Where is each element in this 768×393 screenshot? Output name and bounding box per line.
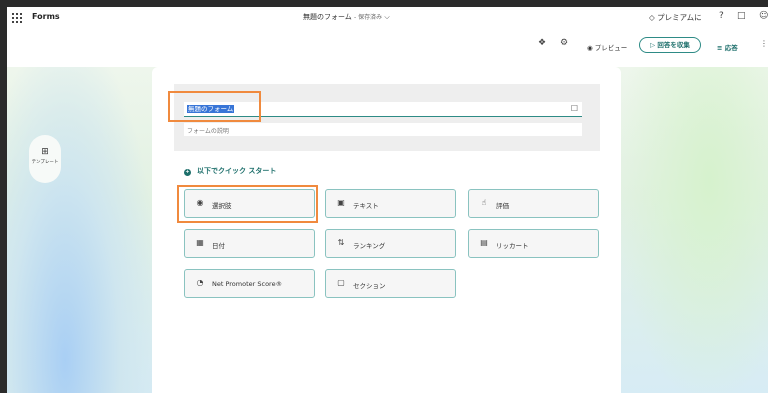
option-section[interactable]: ▢ セクション (325, 269, 456, 298)
template-icon: ⊞ (41, 147, 49, 157)
preview-button[interactable]: ◉ プレビュー (587, 42, 627, 52)
calendar-icon: ▦ (196, 238, 204, 247)
option-text[interactable]: ▣ テキスト (325, 189, 456, 218)
thumbs-up-icon: ☝ (481, 198, 487, 207)
quick-start-label: 以下でクイック スタート (197, 167, 277, 175)
option-label: リッカート (496, 242, 529, 250)
quick-start-heading: + 以下でクイック スタート (184, 166, 276, 176)
ranking-icon: ⇅ (337, 238, 345, 247)
text-icon: ▣ (337, 198, 345, 207)
app-launcher-icon[interactable] (12, 13, 22, 23)
collect-responses-button[interactable]: ▷ 回答を収集 (639, 37, 701, 53)
form-description-field[interactable]: フォームの説明 (184, 123, 582, 136)
top-bar: Forms 無題のフォーム - 保存済み ⌵ ◇ プレミアムに ? □ ☺ (7, 7, 768, 29)
option-ranking[interactable]: ⇅ ランキング (325, 229, 456, 258)
help-icon[interactable]: ? (719, 11, 724, 21)
option-label: セクション (353, 282, 386, 290)
preview-label: プレビュー (594, 44, 628, 52)
chevron-down-icon[interactable]: ⌵ (384, 13, 389, 21)
diamond-icon: ◇ (649, 13, 655, 22)
option-label: Net Promoter Score® (212, 280, 283, 288)
responses-tab[interactable]: ≡ 応答 (717, 42, 738, 52)
option-likert[interactable]: ▤ リッカート (468, 229, 599, 258)
account-icon[interactable]: ☺ (759, 11, 768, 21)
likert-icon: ▤ (480, 238, 488, 247)
responses-label: 応答 (724, 44, 738, 52)
document-title[interactable]: 無題のフォーム - 保存済み ⌵ (303, 12, 390, 22)
template-button[interactable]: ⊞ テンプレート (29, 135, 61, 183)
app-window: Forms 無題のフォーム - 保存済み ⌵ ◇ プレミアムに ? □ ☺ ❖ … (7, 7, 768, 393)
eye-icon: ◉ (587, 44, 593, 52)
more-icon[interactable]: ⋮ (760, 39, 768, 48)
feedback-icon[interactable]: □ (737, 11, 746, 21)
send-icon: ▷ (650, 41, 656, 49)
background-decoration-left (7, 67, 152, 393)
toolbar: ❖ ⚙ ◉ プレビュー ▷ 回答を収集 ≡ 応答 ⋮ (7, 29, 768, 67)
palette-icon[interactable]: ❖ (538, 38, 546, 48)
option-date[interactable]: ▦ 日付 (184, 229, 315, 258)
option-label: 評価 (496, 202, 509, 210)
option-label: 日付 (212, 242, 225, 250)
highlight-box-title (168, 91, 261, 122)
section-icon: ▢ (337, 278, 345, 287)
form-description-placeholder: フォームの説明 (187, 128, 229, 135)
premium-button[interactable]: ◇ プレミアムに (649, 12, 702, 23)
template-label: テンプレート (31, 160, 59, 165)
plus-circle-icon: + (184, 169, 191, 176)
form-card: 無題のフォーム ☐ フォームの説明 + 以下でクイック スタート ◉ 選択肢 ▣ … (152, 67, 621, 393)
highlight-box-choice (177, 185, 318, 223)
option-label: ランキング (353, 242, 386, 250)
settings-icon[interactable]: ⚙ (560, 38, 568, 48)
premium-label: プレミアムに (657, 13, 702, 22)
saved-status: - 保存済み (354, 14, 383, 21)
option-nps[interactable]: ◔ Net Promoter Score® (184, 269, 315, 298)
background-decoration-right (621, 67, 768, 393)
option-label: テキスト (353, 202, 379, 210)
app-name[interactable]: Forms (32, 12, 60, 21)
image-edit-icon[interactable]: ☐ (571, 104, 578, 113)
chart-icon: ≡ (717, 44, 723, 52)
option-rating[interactable]: ☝ 評価 (468, 189, 599, 218)
nps-icon: ◔ (196, 278, 204, 287)
collect-label: 回答を収集 (657, 41, 690, 49)
form-title-text: 無題のフォーム (303, 13, 352, 21)
